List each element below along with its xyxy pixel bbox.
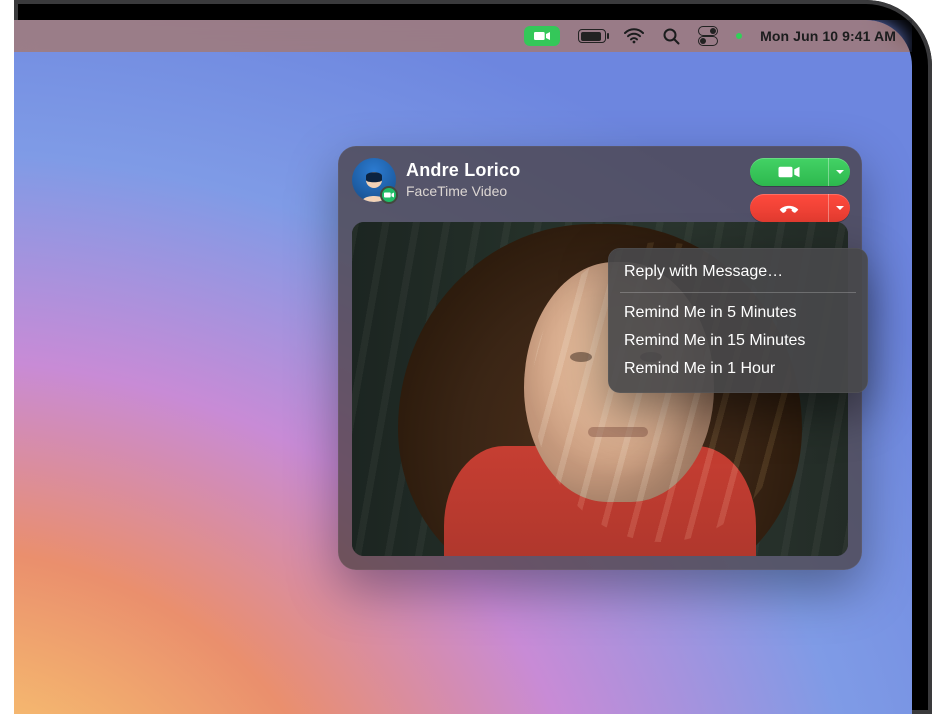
menu-item-remind-15-min[interactable]: Remind Me in 15 Minutes <box>622 327 854 355</box>
menu-separator <box>620 292 856 293</box>
facetime-menubar-indicator[interactable] <box>524 20 560 52</box>
search-icon <box>662 27 680 45</box>
wifi-status[interactable] <box>624 20 644 52</box>
control-center-icon <box>698 29 718 43</box>
video-icon <box>384 191 394 199</box>
battery-icon <box>578 29 606 43</box>
control-center[interactable] <box>698 20 718 52</box>
chevron-down-icon <box>835 203 845 213</box>
wifi-icon <box>624 28 644 44</box>
desktop: Mon Jun 10 9:41 AM <box>14 20 912 714</box>
call-header: Andre Lorico FaceTime Video <box>338 146 862 218</box>
caller-info: Andre Lorico FaceTime Video <box>406 160 520 199</box>
caller-name: Andre Lorico <box>406 160 520 181</box>
stage: Mon Jun 10 9:41 AM <box>0 0 932 726</box>
decline-options-button[interactable] <box>828 194 850 222</box>
call-action-buttons <box>750 158 850 222</box>
decline-options-menu[interactable]: Reply with Message… Remind Me in 5 Minut… <box>608 248 868 393</box>
device-bezel: Mon Jun 10 9:41 AM <box>14 0 932 714</box>
menu-bar: Mon Jun 10 9:41 AM <box>14 20 912 52</box>
phone-down-icon <box>750 201 828 215</box>
caller-avatar <box>352 158 396 202</box>
video-icon <box>750 165 828 179</box>
call-type-label: FaceTime Video <box>406 183 520 199</box>
battery-status[interactable] <box>578 20 606 52</box>
menu-item-remind-5-min[interactable]: Remind Me in 5 Minutes <box>622 299 854 327</box>
spotlight-search[interactable] <box>662 20 680 52</box>
menu-item-remind-1-hour[interactable]: Remind Me in 1 Hour <box>622 355 854 383</box>
facetime-badge <box>380 186 398 204</box>
video-icon <box>534 30 550 42</box>
chevron-down-icon <box>835 167 845 177</box>
accept-call-button[interactable] <box>750 158 850 186</box>
video-recording-pill[interactable] <box>524 26 560 46</box>
menu-item-reply-with-message[interactable]: Reply with Message… <box>622 258 854 286</box>
accept-options-button[interactable] <box>828 158 850 186</box>
menubar-datetime[interactable]: Mon Jun 10 9:41 AM <box>760 20 896 52</box>
decline-call-button[interactable] <box>750 194 850 222</box>
camera-in-use-dot <box>736 20 742 52</box>
